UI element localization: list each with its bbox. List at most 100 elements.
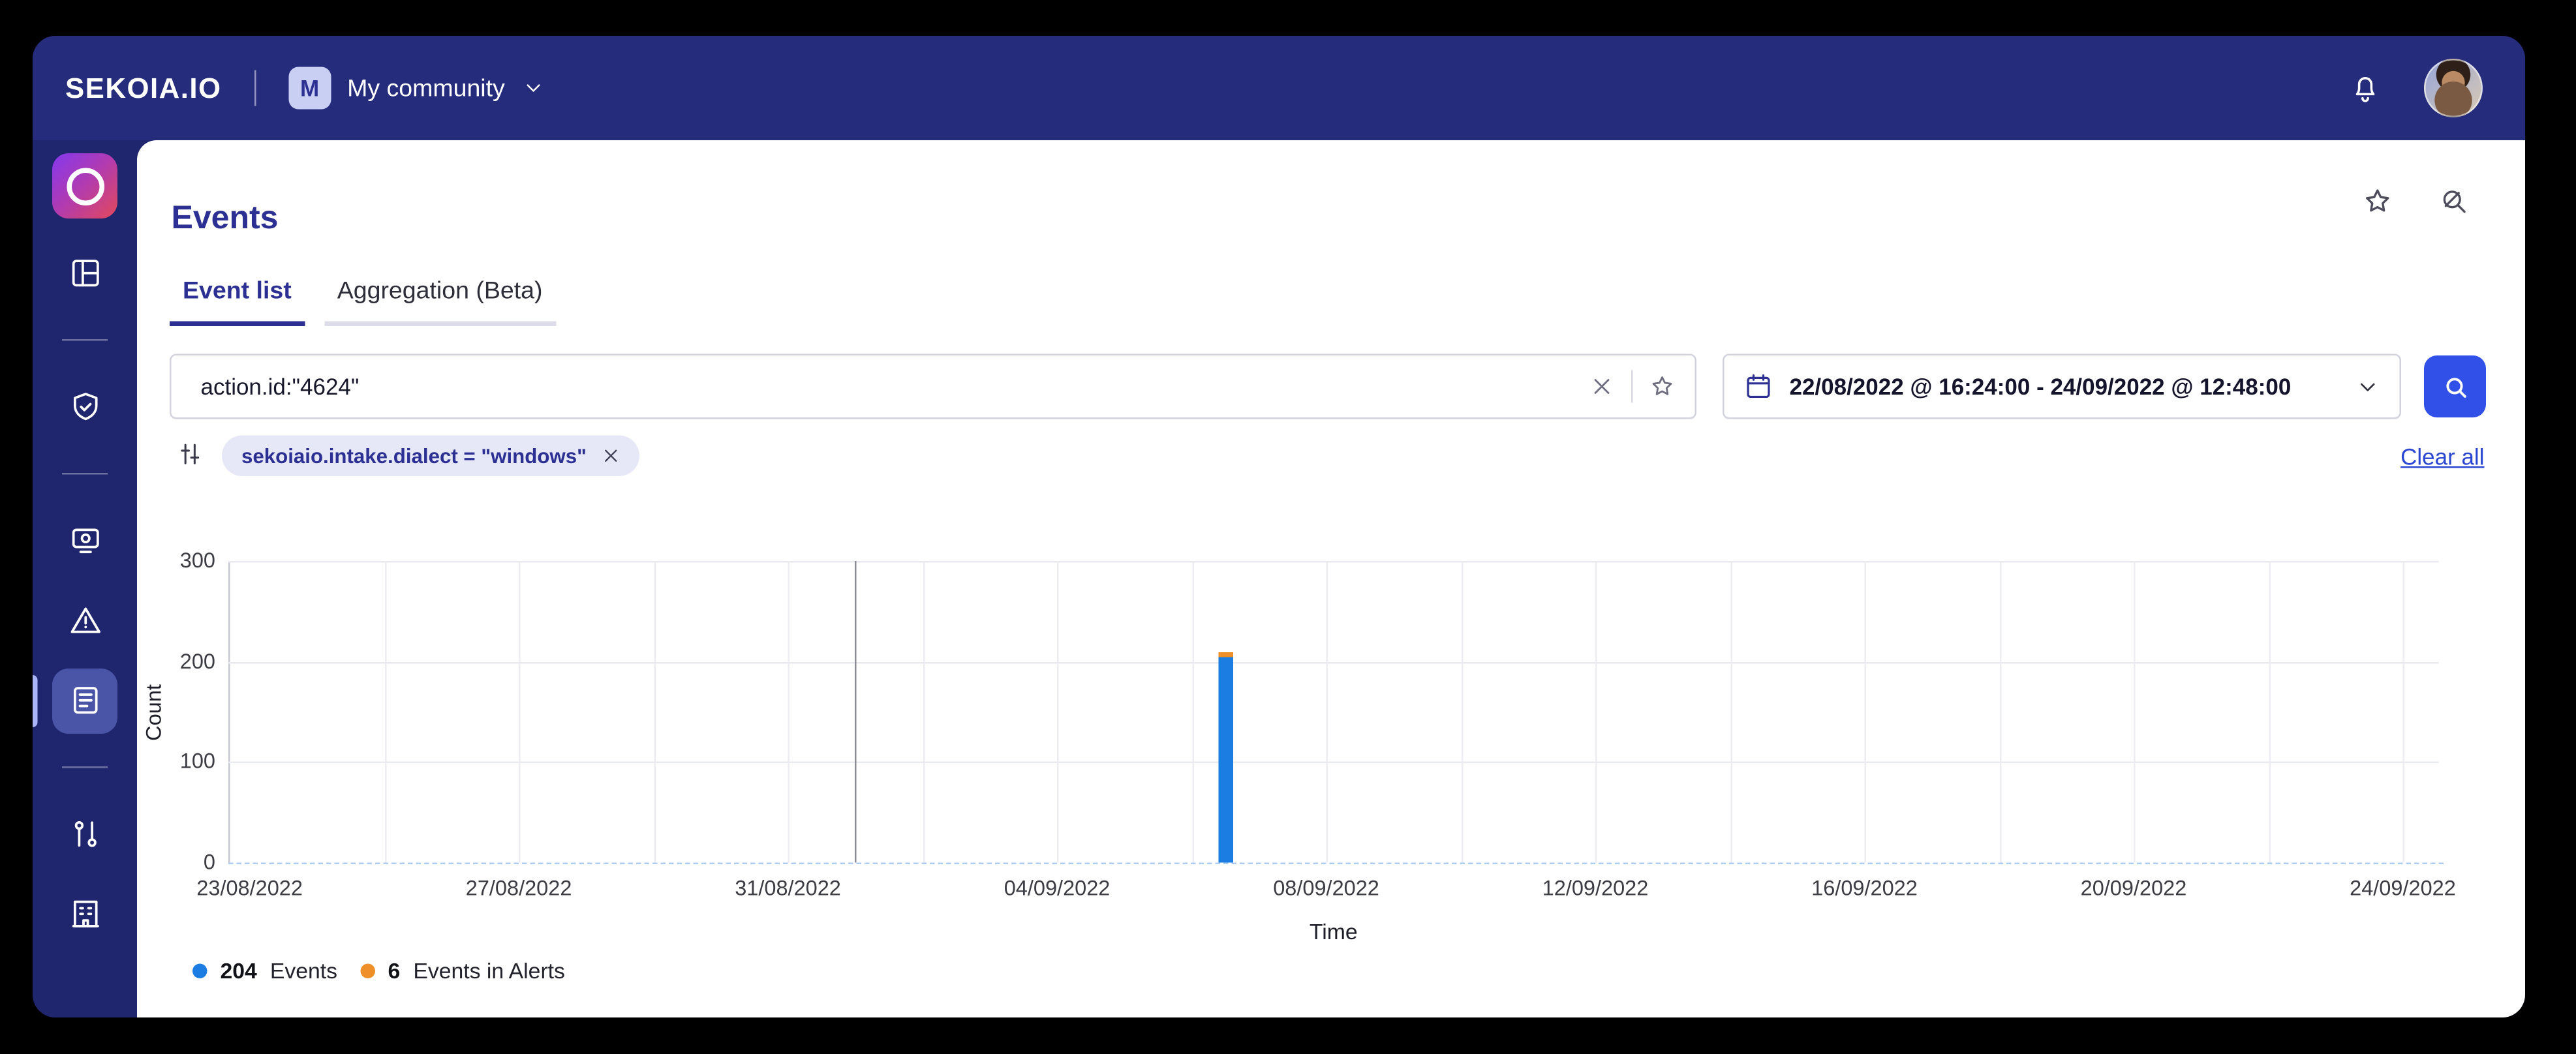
sidebar-items [33,233,117,954]
x-axis-tick-label: 27/08/2022 [465,875,572,901]
y-axis-tick-label: 0 [203,849,215,875]
y-axis-title: Count [141,683,166,740]
sekoia-logo-ring-icon [66,167,104,205]
x-axis-tick-label: 24/09/2022 [2350,875,2456,901]
filter-chip-label: sekoiaio.intake.dialect = "windows" [241,444,587,468]
main-content: Events Event list Aggregation (Beta) act… [137,140,2525,1017]
chart-plot: Count Time 0 100 200 300 23/08/2022 27/08/202… [141,548,2456,944]
sidebar-item-compare[interactable] [52,802,117,867]
x-axis-tick-label: 23/08/2022 [196,875,303,901]
chart-gridline-x [1326,561,1328,863]
app-window: SEKOIA.IO M My community Events Event li… [33,36,2525,1017]
y-axis-tick-label: 200 [179,648,215,673]
x-axis-tick-label: 04/09/2022 [1004,875,1111,901]
legend-value: 6 [388,959,401,984]
x-axis-tick-label: 16/09/2022 [1811,875,1918,901]
monitor-camera-icon [68,524,102,558]
x-axis-tick-label: 31/08/2022 [735,875,841,901]
alert-triangle-icon [68,603,102,638]
chart-gridline-x [1999,561,2001,863]
x-axis-tick-label: 12/09/2022 [1542,875,1649,901]
building-icon [68,897,102,931]
search-off-icon[interactable] [2439,186,2470,217]
chart-gridline-x [2402,561,2404,863]
sidebar-item-building[interactable] [52,881,117,946]
layout-dashboard-icon [68,256,102,291]
sidebar [33,140,137,1017]
compare-icon [68,817,102,852]
x-axis-tick-label: 20/09/2022 [2080,875,2187,901]
sidebar-item-layout-dashboard[interactable] [52,241,117,306]
chart-gridline-x [1057,561,1059,863]
remove-filter-icon[interactable] [601,447,619,465]
sidebar-divider [62,473,108,475]
legend-item[interactable]: 6 Events in Alerts [360,959,565,984]
user-avatar[interactable] [2424,59,2483,117]
chevron-down-icon [521,77,544,100]
y-axis-tick-label: 100 [179,749,215,774]
sidebar-divider [62,766,108,768]
chart-gridline-x [519,561,521,863]
sekoia-logo[interactable] [52,153,117,218]
chart-legend: 204 Events 6 Events in Alerts [192,959,565,984]
legend-item[interactable]: 204 Events [192,959,337,984]
legend-value: 204 [220,959,257,984]
clear-search-icon[interactable] [1589,374,1615,400]
search-button[interactable] [2424,355,2486,417]
x-axis-tick-label: 08/09/2022 [1273,875,1379,901]
chart-gridline-x [653,561,655,863]
y-axis-tick-label: 300 [179,548,215,573]
bell-icon[interactable] [2349,72,2382,104]
chart-gridline-y [228,762,2439,764]
screen: SEKOIA.IO M My community Events Event li… [0,0,2576,1054]
date-range-picker[interactable]: 22/08/2022 @ 16:24:00 - 24/09/2022 @ 12:… [1723,354,2401,419]
community-selector[interactable]: M My community [288,67,544,110]
chart-gridline-x [2268,561,2270,863]
sidebar-item-event-list[interactable] [33,667,117,733]
chart-zero-line [228,862,2444,864]
legend-label: Events [269,959,338,984]
legend-dot [360,963,375,978]
chevron-down-icon [2355,374,2380,399]
tab-aggregation-beta[interactable]: Aggregation (Beta) [324,271,556,326]
navbar-divider [254,70,256,106]
sidebar-item-monitor-camera[interactable] [52,508,117,573]
shield-check-icon [68,390,102,425]
save-search-star-icon[interactable] [1649,374,1676,400]
sidebar-item-alert-triangle[interactable] [52,588,117,653]
page-header-actions [2362,186,2470,217]
chart-gridline-x [1460,561,1463,863]
filter-sliders-icon[interactable] [176,440,204,468]
page-title: Events [171,201,279,237]
brand-logo[interactable]: SEKOIA.IO [65,71,222,106]
legend-dot [192,963,207,978]
search-box [170,354,1696,419]
app-body: Events Event list Aggregation (Beta) act… [33,140,2525,1017]
events-bar[interactable] [1218,657,1233,863]
magnifier-icon [2441,372,2469,400]
event-list-icon [68,684,102,718]
chart-gridline-y [228,561,2439,563]
tab-event-list[interactable]: Event list [170,271,305,326]
search-input[interactable] [197,372,1589,401]
sidebar-item-shield-check[interactable] [52,374,117,440]
community-badge: M [288,67,331,110]
clear-all-link[interactable]: Clear all [2400,444,2484,470]
favorite-star-icon[interactable] [2362,186,2393,217]
filter-chip[interactable]: sekoiaio.intake.dialect = "windows" [222,435,639,476]
chart-gridline-x [1191,561,1193,863]
sidebar-divider [62,339,108,341]
chart-gridline-x [1864,561,1867,863]
chart-gridline-x [384,561,386,863]
chart-gridline-x [1730,561,1732,863]
month-divider-line [855,561,857,863]
chart-gridline-y [228,661,2439,663]
events-in-alerts-bar[interactable] [1218,651,1233,658]
x-axis-title: Time [1309,920,1358,944]
search-box-divider [1631,370,1633,403]
top-navbar: SEKOIA.IO M My community [33,36,2525,140]
chart-gridline-x [2134,561,2136,863]
date-range-value: 22/08/2022 @ 16:24:00 - 24/09/2022 @ 12:… [1789,373,2292,400]
chart-gridline-x [788,561,790,863]
chart-gridline-x [922,561,925,863]
